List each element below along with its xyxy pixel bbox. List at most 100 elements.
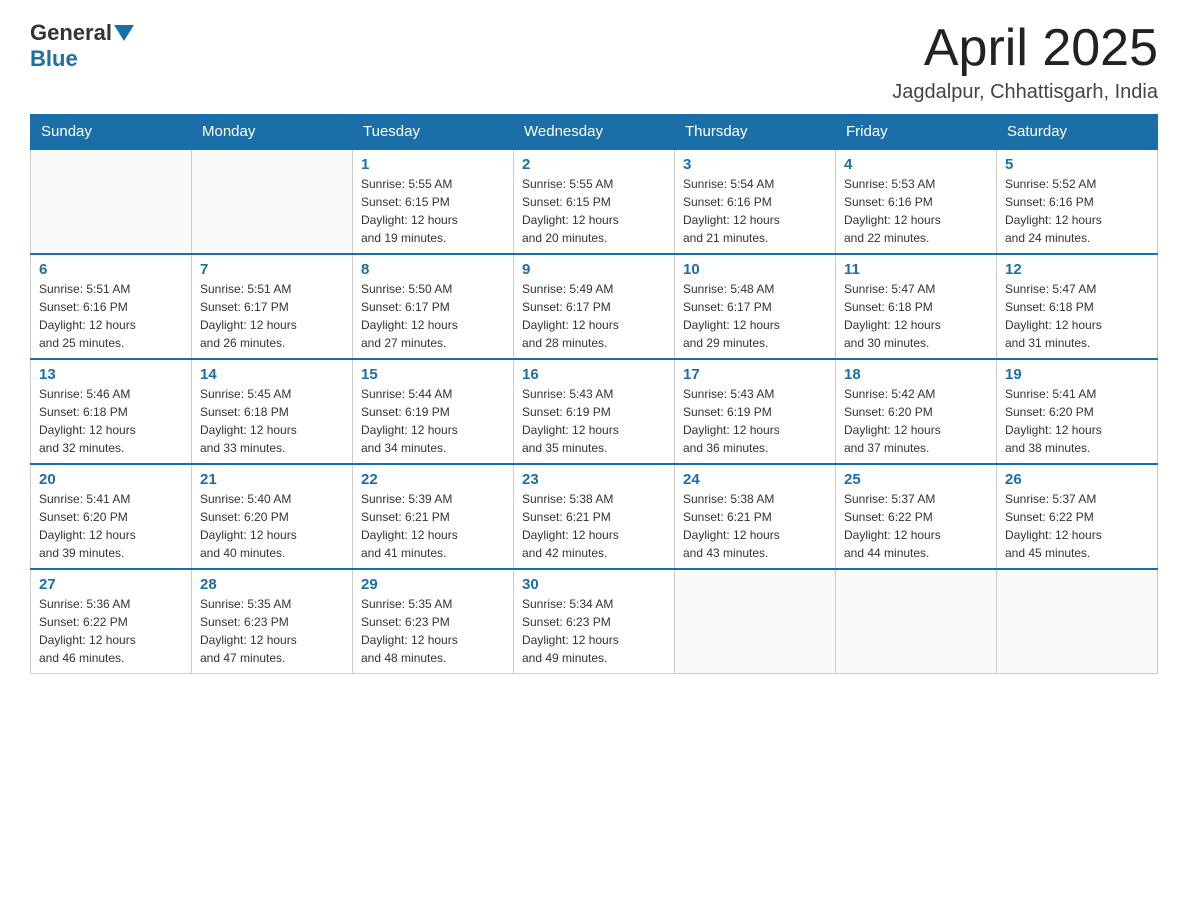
day-info: Sunrise: 5:44 AMSunset: 6:19 PMDaylight:… — [361, 385, 505, 457]
logo-general-text: General — [30, 20, 112, 46]
weekday-header-saturday: Saturday — [997, 115, 1158, 150]
calendar-week-4: 20Sunrise: 5:41 AMSunset: 6:20 PMDayligh… — [31, 464, 1158, 569]
day-number: 13 — [39, 366, 183, 383]
day-info: Sunrise: 5:48 AMSunset: 6:17 PMDaylight:… — [683, 280, 827, 352]
day-info: Sunrise: 5:51 AMSunset: 6:17 PMDaylight:… — [200, 280, 344, 352]
calendar-cell: 11 Sunrise: 5:47 AMSunset: 6:18 PMDayligh… — [836, 254, 997, 359]
calendar-cell — [997, 569, 1158, 674]
day-number: 25 — [844, 471, 988, 488]
calendar-cell: 7 Sunrise: 5:51 AMSunset: 6:17 PMDaylight… — [192, 254, 353, 359]
calendar-cell: 30 Sunrise: 5:34 AMSunset: 6:23 PMDayligh… — [514, 569, 675, 674]
calendar-cell: 27 Sunrise: 5:36 AMSunset: 6:22 PMDayligh… — [31, 569, 192, 674]
day-info: Sunrise: 5:37 AMSunset: 6:22 PMDaylight:… — [1005, 490, 1149, 562]
day-number: 9 — [522, 261, 666, 278]
calendar-title: April 2025 — [892, 20, 1158, 77]
calendar-week-2: 6 Sunrise: 5:51 AMSunset: 6:16 PMDaylight… — [31, 254, 1158, 359]
calendar-cell: 28 Sunrise: 5:35 AMSunset: 6:23 PMDayligh… — [192, 569, 353, 674]
day-info: Sunrise: 5:39 AMSunset: 6:21 PMDaylight:… — [361, 490, 505, 562]
day-number: 23 — [522, 471, 666, 488]
calendar-header: SundayMondayTuesdayWednesdayThursdayFrid… — [31, 115, 1158, 150]
day-number: 4 — [844, 156, 988, 173]
day-number: 15 — [361, 366, 505, 383]
day-number: 11 — [844, 261, 988, 278]
day-number: 28 — [200, 576, 344, 593]
logo-blue-text: Blue — [30, 46, 78, 71]
day-info: Sunrise: 5:42 AMSunset: 6:20 PMDaylight:… — [844, 385, 988, 457]
calendar-cell — [836, 569, 997, 674]
day-number: 22 — [361, 471, 505, 488]
day-number: 21 — [200, 471, 344, 488]
day-number: 30 — [522, 576, 666, 593]
page-header: General Blue April 2025 Jagdalpur, Chhat… — [30, 20, 1158, 104]
day-info: Sunrise: 5:47 AMSunset: 6:18 PMDaylight:… — [844, 280, 988, 352]
day-number: 5 — [1005, 156, 1149, 173]
day-number: 17 — [683, 366, 827, 383]
day-info: Sunrise: 5:50 AMSunset: 6:17 PMDaylight:… — [361, 280, 505, 352]
day-number: 7 — [200, 261, 344, 278]
calendar-cell: 6 Sunrise: 5:51 AMSunset: 6:16 PMDaylight… — [31, 254, 192, 359]
day-number: 14 — [200, 366, 344, 383]
day-info: Sunrise: 5:43 AMSunset: 6:19 PMDaylight:… — [683, 385, 827, 457]
calendar-cell: 18 Sunrise: 5:42 AMSunset: 6:20 PMDayligh… — [836, 359, 997, 464]
calendar-cell — [31, 149, 192, 254]
calendar-cell: 25 Sunrise: 5:37 AMSunset: 6:22 PMDayligh… — [836, 464, 997, 569]
day-info: Sunrise: 5:55 AMSunset: 6:15 PMDaylight:… — [361, 175, 505, 247]
logo: General Blue — [30, 20, 136, 72]
calendar-cell: 13 Sunrise: 5:46 AMSunset: 6:18 PMDayligh… — [31, 359, 192, 464]
day-number: 16 — [522, 366, 666, 383]
day-number: 24 — [683, 471, 827, 488]
day-info: Sunrise: 5:35 AMSunset: 6:23 PMDaylight:… — [200, 595, 344, 667]
day-info: Sunrise: 5:37 AMSunset: 6:22 PMDaylight:… — [844, 490, 988, 562]
day-info: Sunrise: 5:45 AMSunset: 6:18 PMDaylight:… — [200, 385, 344, 457]
weekday-header-thursday: Thursday — [675, 115, 836, 150]
day-number: 29 — [361, 576, 505, 593]
day-info: Sunrise: 5:34 AMSunset: 6:23 PMDaylight:… — [522, 595, 666, 667]
calendar-cell: 26Sunrise: 5:37 AMSunset: 6:22 PMDayligh… — [997, 464, 1158, 569]
day-number: 18 — [844, 366, 988, 383]
day-info: Sunrise: 5:43 AMSunset: 6:19 PMDaylight:… — [522, 385, 666, 457]
day-number: 1 — [361, 156, 505, 173]
day-info: Sunrise: 5:36 AMSunset: 6:22 PMDaylight:… — [39, 595, 183, 667]
day-number: 27 — [39, 576, 183, 593]
calendar-cell — [192, 149, 353, 254]
calendar-cell: 15 Sunrise: 5:44 AMSunset: 6:19 PMDayligh… — [353, 359, 514, 464]
calendar-cell: 9 Sunrise: 5:49 AMSunset: 6:17 PMDaylight… — [514, 254, 675, 359]
calendar-cell: 21 Sunrise: 5:40 AMSunset: 6:20 PMDayligh… — [192, 464, 353, 569]
calendar-cell: 24 Sunrise: 5:38 AMSunset: 6:21 PMDayligh… — [675, 464, 836, 569]
calendar-cell — [675, 569, 836, 674]
day-info: Sunrise: 5:53 AMSunset: 6:16 PMDaylight:… — [844, 175, 988, 247]
calendar-cell: 5 Sunrise: 5:52 AMSunset: 6:16 PMDaylight… — [997, 149, 1158, 254]
calendar-cell: 8 Sunrise: 5:50 AMSunset: 6:17 PMDaylight… — [353, 254, 514, 359]
calendar-week-3: 13 Sunrise: 5:46 AMSunset: 6:18 PMDayligh… — [31, 359, 1158, 464]
day-info: Sunrise: 5:41 AMSunset: 6:20 PMDaylight:… — [39, 490, 183, 562]
calendar-cell: 14 Sunrise: 5:45 AMSunset: 6:18 PMDayligh… — [192, 359, 353, 464]
calendar-cell: 29Sunrise: 5:35 AMSunset: 6:23 PMDayligh… — [353, 569, 514, 674]
day-info: Sunrise: 5:46 AMSunset: 6:18 PMDaylight:… — [39, 385, 183, 457]
calendar-cell: 17 Sunrise: 5:43 AMSunset: 6:19 PMDayligh… — [675, 359, 836, 464]
calendar-cell: 4 Sunrise: 5:53 AMSunset: 6:16 PMDaylight… — [836, 149, 997, 254]
day-info: Sunrise: 5:38 AMSunset: 6:21 PMDaylight:… — [522, 490, 666, 562]
calendar-cell: 2Sunrise: 5:55 AMSunset: 6:15 PMDaylight… — [514, 149, 675, 254]
calendar-week-1: 1 Sunrise: 5:55 AMSunset: 6:15 PMDaylight… — [31, 149, 1158, 254]
day-info: Sunrise: 5:47 AMSunset: 6:18 PMDaylight:… — [1005, 280, 1149, 352]
day-info: Sunrise: 5:40 AMSunset: 6:20 PMDaylight:… — [200, 490, 344, 562]
calendar-cell: 10Sunrise: 5:48 AMSunset: 6:17 PMDayligh… — [675, 254, 836, 359]
day-number: 12 — [1005, 261, 1149, 278]
title-block: April 2025 Jagdalpur, Chhattisgarh, Indi… — [892, 20, 1158, 104]
calendar-cell: 16 Sunrise: 5:43 AMSunset: 6:19 PMDayligh… — [514, 359, 675, 464]
day-number: 19 — [1005, 366, 1149, 383]
day-number: 8 — [361, 261, 505, 278]
weekday-header-monday: Monday — [192, 115, 353, 150]
calendar-week-5: 27 Sunrise: 5:36 AMSunset: 6:22 PMDayligh… — [31, 569, 1158, 674]
calendar-cell: 20Sunrise: 5:41 AMSunset: 6:20 PMDayligh… — [31, 464, 192, 569]
day-info: Sunrise: 5:49 AMSunset: 6:17 PMDaylight:… — [522, 280, 666, 352]
calendar-cell: 1 Sunrise: 5:55 AMSunset: 6:15 PMDaylight… — [353, 149, 514, 254]
weekday-header-row: SundayMondayTuesdayWednesdayThursdayFrid… — [31, 115, 1158, 150]
day-info: Sunrise: 5:52 AMSunset: 6:16 PMDaylight:… — [1005, 175, 1149, 247]
day-info: Sunrise: 5:38 AMSunset: 6:21 PMDaylight:… — [683, 490, 827, 562]
day-info: Sunrise: 5:51 AMSunset: 6:16 PMDaylight:… — [39, 280, 183, 352]
weekday-header-tuesday: Tuesday — [353, 115, 514, 150]
calendar-cell: 19Sunrise: 5:41 AMSunset: 6:20 PMDayligh… — [997, 359, 1158, 464]
day-number: 6 — [39, 261, 183, 278]
calendar-cell: 3Sunrise: 5:54 AMSunset: 6:16 PMDaylight… — [675, 149, 836, 254]
